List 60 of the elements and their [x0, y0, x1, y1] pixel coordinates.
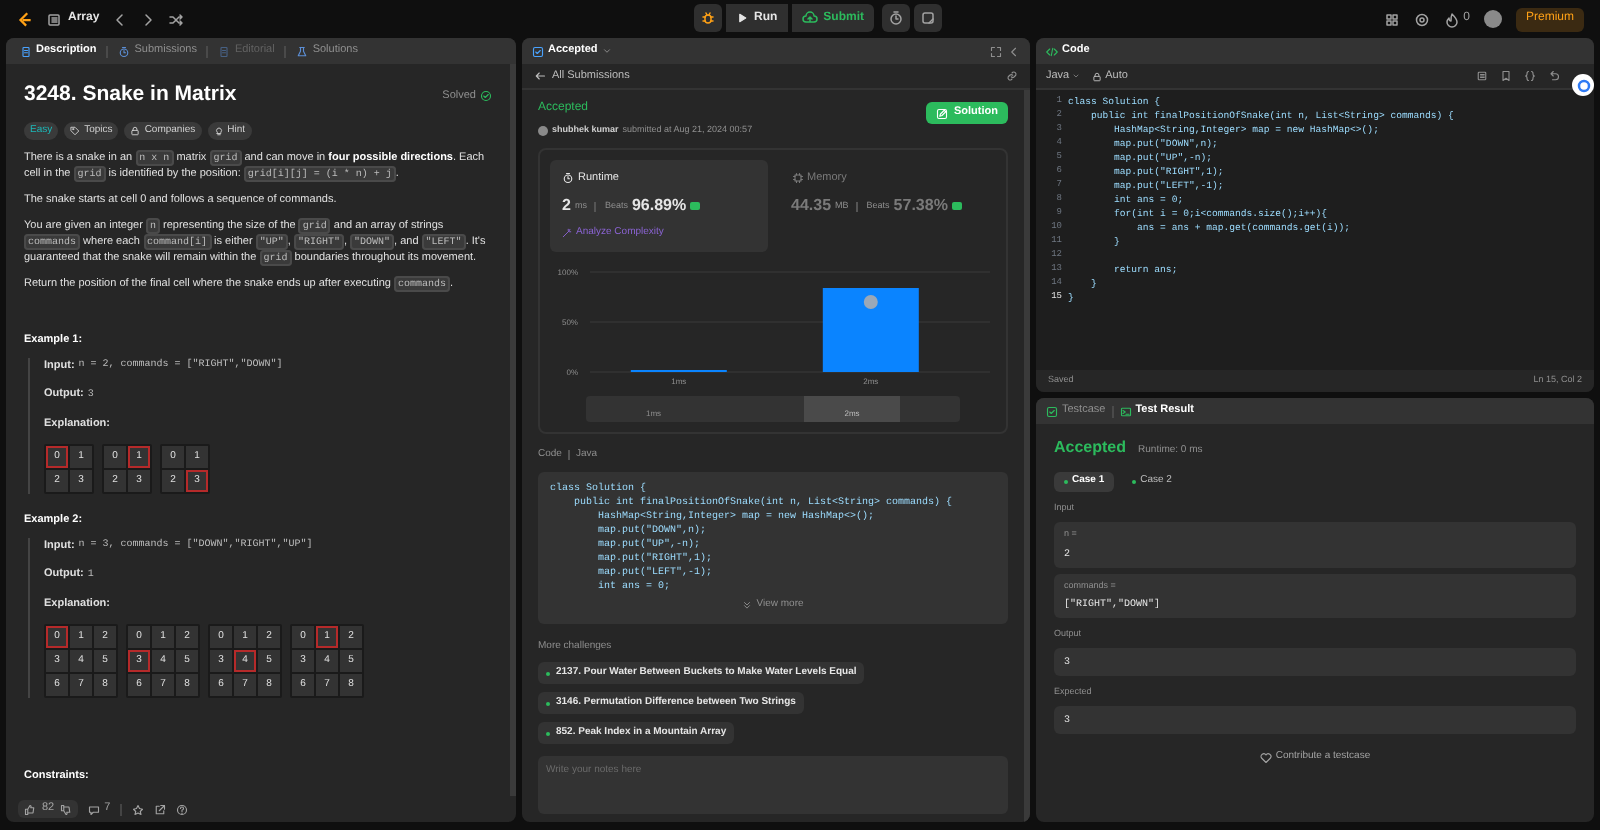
- terminal-icon: [1119, 405, 1132, 417]
- stat-value: 2: [562, 194, 571, 218]
- checkbox-icon: [1046, 405, 1058, 417]
- back-arrow-icon: [534, 70, 546, 82]
- chip-icon: [791, 171, 803, 184]
- wand-icon: [562, 228, 572, 239]
- problem-title: 3248. Snake in Matrix: [24, 80, 237, 110]
- avatar: [538, 125, 548, 136]
- list-icon: [46, 11, 62, 27]
- collapse-icon[interactable]: [1008, 45, 1020, 57]
- thumbs-up-icon: [24, 803, 36, 815]
- beats-value: 57.38%: [893, 194, 948, 218]
- tag-icon: [70, 125, 81, 136]
- tab-icon: [118, 45, 131, 57]
- edit-icon: [936, 107, 948, 119]
- flame-icon: [1443, 11, 1460, 27]
- settings-icon[interactable]: [1413, 11, 1430, 27]
- previous-icon[interactable]: [111, 11, 128, 27]
- clock-icon: [562, 171, 574, 184]
- comment-icon: [88, 803, 101, 815]
- heart-icon: [1259, 751, 1272, 763]
- play-icon: [736, 12, 748, 24]
- next-icon[interactable]: [139, 11, 156, 27]
- chart-bar[interactable]: [822, 287, 919, 371]
- notes-button[interactable]: [914, 4, 943, 32]
- caret-icon: [601, 46, 612, 56]
- checkbox-icon: [532, 45, 544, 57]
- tab-icon: [20, 45, 32, 57]
- lock-icon: [130, 125, 141, 136]
- timer-button[interactable]: [882, 4, 911, 32]
- thumbs-down-icon: [60, 803, 73, 815]
- chevrons-down-icon: [742, 600, 753, 611]
- lock-icon: [1091, 71, 1102, 81]
- verdict: Accepted: [1054, 436, 1127, 460]
- beats-value: 96.89%: [631, 194, 687, 218]
- logo-icon[interactable]: [16, 9, 34, 29]
- avatar-marker: [863, 294, 878, 308]
- bulb-icon: [213, 125, 224, 136]
- bookmark-icon[interactable]: [1500, 70, 1512, 82]
- bug-icon: [700, 10, 716, 26]
- clock-icon: [888, 10, 905, 26]
- stat-value: 44.35: [791, 194, 832, 218]
- link-icon[interactable]: [1006, 70, 1018, 82]
- check-icon: [480, 89, 492, 102]
- note-icon: [920, 10, 937, 26]
- star-icon[interactable]: [132, 803, 145, 815]
- layout-icon[interactable]: [1383, 11, 1400, 27]
- avatar[interactable]: [1483, 10, 1502, 28]
- share-icon[interactable]: [154, 803, 167, 815]
- format-icon[interactable]: [1476, 70, 1488, 82]
- upload-icon: [801, 10, 818, 26]
- code-icon: [1046, 45, 1058, 57]
- tab-icon: [218, 45, 231, 57]
- help-icon[interactable]: [176, 803, 189, 815]
- tab-icon: [296, 45, 309, 57]
- shuffle-icon[interactable]: [167, 11, 184, 27]
- braces-icon[interactable]: [1524, 70, 1536, 82]
- expand-icon[interactable]: [990, 45, 1002, 57]
- debug-button[interactable]: [694, 4, 722, 32]
- reset-icon[interactable]: [1548, 70, 1560, 82]
